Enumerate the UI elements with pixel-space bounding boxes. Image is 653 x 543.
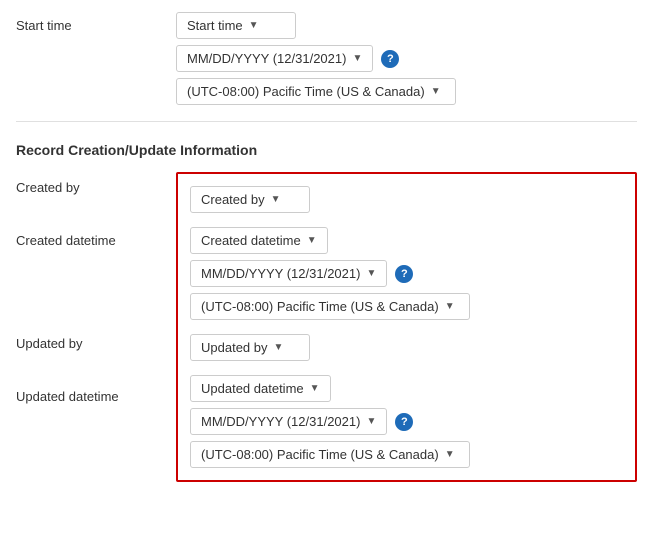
- created-datetime-date-label: MM/DD/YYYY (12/31/2021): [201, 266, 360, 281]
- start-time-date-dropdown[interactable]: MM/DD/YYYY (12/31/2021) ▼: [176, 45, 373, 72]
- updated-datetime-label: Updated datetime: [16, 381, 176, 404]
- record-creation-section: Record Creation/Update Information Creat…: [16, 142, 637, 482]
- created-datetime-date-dropdown[interactable]: MM/DD/YYYY (12/31/2021) ▼: [190, 260, 387, 287]
- start-time-label: Start time: [16, 12, 176, 33]
- updated-by-control: Updated by ▼: [190, 334, 623, 361]
- updated-by-dropdown-label: Updated by: [201, 340, 268, 355]
- updated-datetime-control: Updated datetime ▼ MM/DD/YYYY (12/31/202…: [190, 375, 623, 468]
- updated-datetime-timezone-row: (UTC-08:00) Pacific Time (US & Canada) ▼: [190, 441, 623, 468]
- start-time-date-label: MM/DD/YYYY (12/31/2021): [187, 51, 346, 66]
- start-time-timezone-dropdown[interactable]: (UTC-08:00) Pacific Time (US & Canada) ▼: [176, 78, 456, 105]
- updated-datetime-date-label: MM/DD/YYYY (12/31/2021): [201, 414, 360, 429]
- created-by-arrow-icon: ▼: [271, 194, 281, 205]
- start-time-dropdown[interactable]: Start time ▼: [176, 12, 296, 39]
- updated-datetime-arrow-icon: ▼: [310, 383, 320, 394]
- created-datetime-dropdown-label: Created datetime: [201, 233, 301, 248]
- start-time-date-arrow-icon: ▼: [352, 53, 362, 64]
- start-time-dropdown-row: Start time ▼: [176, 12, 637, 39]
- updated-datetime-timezone-arrow-icon: ▼: [445, 449, 455, 460]
- created-datetime-timezone-arrow-icon: ▼: [445, 301, 455, 312]
- updated-by-dropdown-row: Updated by ▼: [190, 334, 623, 361]
- updated-datetime-date-row: MM/DD/YYYY (12/31/2021) ▼ ?: [190, 408, 623, 435]
- start-time-timezone-label: (UTC-08:00) Pacific Time (US & Canada): [187, 84, 425, 99]
- created-datetime-timezone-label: (UTC-08:00) Pacific Time (US & Canada): [201, 299, 439, 314]
- record-section-body: Created by Created datetime Updated by U…: [16, 172, 637, 482]
- created-by-dropdown-label: Created by: [201, 192, 265, 207]
- record-labels-column: Created by Created datetime Updated by U…: [16, 172, 176, 404]
- created-datetime-timezone-dropdown[interactable]: (UTC-08:00) Pacific Time (US & Canada) ▼: [190, 293, 470, 320]
- updated-by-label: Updated by: [16, 328, 176, 381]
- updated-datetime-help-icon[interactable]: ?: [395, 413, 413, 431]
- created-by-label: Created by: [16, 172, 176, 225]
- updated-by-dropdown[interactable]: Updated by ▼: [190, 334, 310, 361]
- start-time-controls: Start time ▼ MM/DD/YYYY (12/31/2021) ▼ ?…: [176, 12, 637, 105]
- updated-by-arrow-icon: ▼: [274, 342, 284, 353]
- updated-datetime-dropdown-row: Updated datetime ▼: [190, 375, 623, 402]
- updated-datetime-timezone-dropdown[interactable]: (UTC-08:00) Pacific Time (US & Canada) ▼: [190, 441, 470, 468]
- created-datetime-date-row: MM/DD/YYYY (12/31/2021) ▼ ?: [190, 260, 623, 287]
- updated-datetime-dropdown-label: Updated datetime: [201, 381, 304, 396]
- created-by-dropdown[interactable]: Created by ▼: [190, 186, 310, 213]
- updated-datetime-timezone-label: (UTC-08:00) Pacific Time (US & Canada): [201, 447, 439, 462]
- red-border-box: Created by ▼ Created datetime ▼: [176, 172, 637, 482]
- start-time-arrow-icon: ▼: [249, 20, 259, 31]
- created-datetime-date-arrow-icon: ▼: [366, 268, 376, 279]
- start-time-help-icon[interactable]: ?: [381, 50, 399, 68]
- start-time-date-row: MM/DD/YYYY (12/31/2021) ▼ ?: [176, 45, 637, 72]
- updated-datetime-date-dropdown[interactable]: MM/DD/YYYY (12/31/2021) ▼: [190, 408, 387, 435]
- start-time-section: Start time Start time ▼ MM/DD/YYYY (12/3…: [16, 12, 637, 122]
- start-time-timezone-arrow-icon: ▼: [431, 86, 441, 97]
- updated-datetime-dropdown[interactable]: Updated datetime ▼: [190, 375, 331, 402]
- record-section-heading: Record Creation/Update Information: [16, 142, 637, 158]
- start-time-timezone-row: (UTC-08:00) Pacific Time (US & Canada) ▼: [176, 78, 637, 105]
- created-by-dropdown-row: Created by ▼: [190, 186, 623, 213]
- page-container: Start time Start time ▼ MM/DD/YYYY (12/3…: [0, 0, 653, 498]
- created-datetime-help-icon[interactable]: ?: [395, 265, 413, 283]
- start-time-dropdown-label: Start time: [187, 18, 243, 33]
- created-datetime-arrow-icon: ▼: [307, 235, 317, 246]
- created-datetime-dropdown[interactable]: Created datetime ▼: [190, 227, 328, 254]
- created-datetime-control: Created datetime ▼ MM/DD/YYYY (12/31/202…: [190, 227, 623, 320]
- created-datetime-timezone-row: (UTC-08:00) Pacific Time (US & Canada) ▼: [190, 293, 623, 320]
- created-datetime-dropdown-row: Created datetime ▼: [190, 227, 623, 254]
- created-by-control: Created by ▼: [190, 186, 623, 213]
- updated-datetime-date-arrow-icon: ▼: [366, 416, 376, 427]
- created-datetime-label: Created datetime: [16, 225, 176, 328]
